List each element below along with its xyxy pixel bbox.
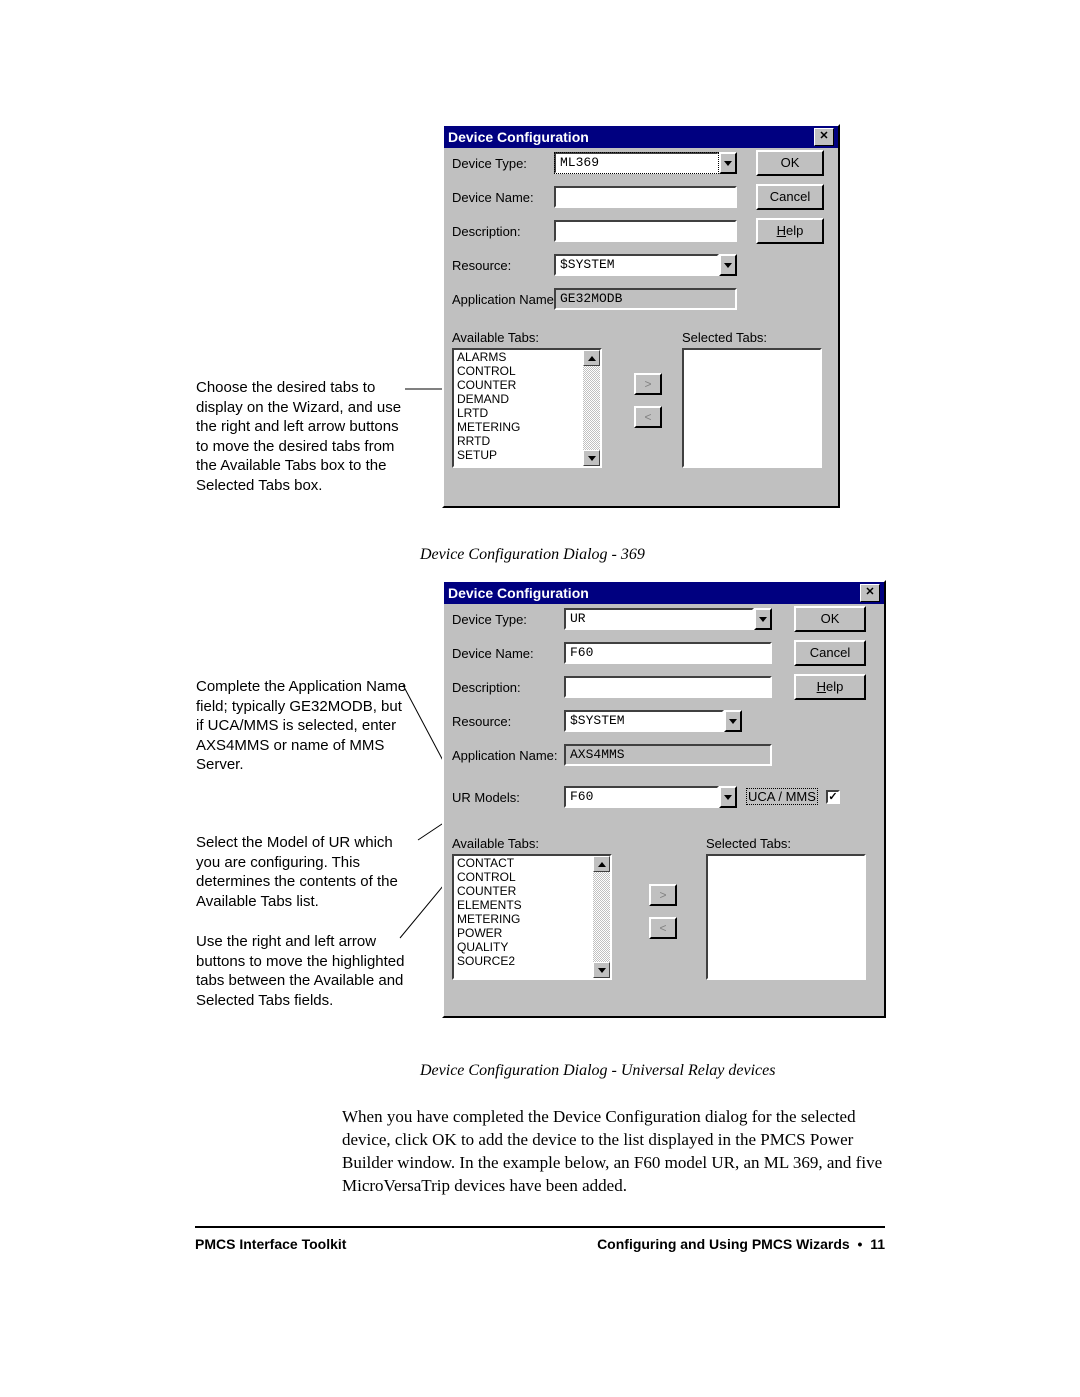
available-tabs-list[interactable]: ALARMS CONTROL COUNTER DEMAND LRTD METER… (452, 348, 602, 468)
label-selected-tabs: Selected Tabs: (706, 836, 791, 851)
annotation-arrow-buttons: Use the right and left arrow buttons to … (196, 932, 406, 1010)
label-device-name: Device Name: (452, 646, 534, 661)
cancel-button[interactable]: Cancel (756, 184, 824, 210)
list-item[interactable]: CONTROL (454, 364, 600, 378)
list-item[interactable]: CONTACT (454, 856, 610, 870)
list-item[interactable]: SOURCE2 (454, 954, 610, 968)
available-tabs-list[interactable]: CONTACT CONTROL COUNTER ELEMENTS METERIN… (452, 854, 612, 980)
device-config-dialog-369: Device Configuration ✕ Device Type: Devi… (442, 124, 840, 508)
help-button[interactable]: Help (756, 218, 824, 244)
footer-bullet: • (858, 1236, 863, 1252)
label-ur-models: UR Models: (452, 790, 520, 805)
label-device-name: Device Name: (452, 190, 534, 205)
list-item[interactable]: RRTD (454, 434, 600, 448)
uca-mms-checkbox[interactable]: ✓ (826, 790, 840, 804)
move-left-button[interactable]: < (634, 406, 662, 428)
label-application-name: Application Name: (452, 292, 558, 307)
application-name-input[interactable]: AXS4MMS (564, 744, 772, 766)
move-right-button[interactable]: > (649, 884, 677, 906)
scroll-down-icon[interactable] (593, 962, 610, 978)
list-item[interactable]: COUNTER (454, 884, 610, 898)
device-type-select[interactable]: UR (564, 608, 754, 630)
list-item[interactable]: METERING (454, 912, 610, 926)
move-right-button[interactable]: > (634, 373, 662, 395)
list-item[interactable]: COUNTER (454, 378, 600, 392)
description-input[interactable] (554, 220, 737, 242)
scroll-up-icon[interactable] (593, 856, 610, 872)
label-application-name: Application Name: (452, 748, 558, 763)
ur-models-dropdown-icon[interactable] (719, 786, 737, 808)
device-name-input[interactable] (554, 186, 737, 208)
application-name-input[interactable]: GE32MODB (554, 288, 737, 310)
body-paragraph: When you have completed the Device Confi… (342, 1106, 890, 1198)
list-item[interactable]: SETUP (454, 448, 600, 462)
annotation-app-name: Complete the Application Name field; typ… (196, 677, 411, 775)
resource-dropdown-icon[interactable] (719, 254, 737, 276)
close-icon[interactable]: ✕ (860, 584, 880, 602)
list-item[interactable]: CONTROL (454, 870, 610, 884)
label-description: Description: (452, 680, 521, 695)
label-available-tabs: Available Tabs: (452, 330, 539, 345)
footer-right: Configuring and Using PMCS Wizards • 11 (597, 1236, 885, 1252)
list-item[interactable]: DEMAND (454, 392, 600, 406)
list-item[interactable]: ALARMS (454, 350, 600, 364)
list-item[interactable]: ELEMENTS (454, 898, 610, 912)
label-available-tabs: Available Tabs: (452, 836, 539, 851)
label-device-type: Device Type: (452, 612, 527, 627)
footer-left: PMCS Interface Toolkit (195, 1236, 346, 1252)
move-left-button[interactable]: < (649, 917, 677, 939)
ok-button[interactable]: OK (756, 150, 824, 176)
dialog-title: Device Configuration (448, 582, 589, 604)
dialog-title: Device Configuration (448, 126, 589, 148)
help-button[interactable]: Help (794, 674, 866, 700)
resource-dropdown-icon[interactable] (724, 710, 742, 732)
ur-models-select[interactable]: F60 (564, 786, 719, 808)
scroll-down-icon[interactable] (583, 450, 600, 466)
caption-dialog-369: Device Configuration Dialog - 369 (420, 546, 645, 564)
titlebar: Device Configuration ✕ (444, 126, 838, 148)
scroll-up-icon[interactable] (583, 350, 600, 366)
titlebar: Device Configuration ✕ (444, 582, 884, 604)
label-description: Description: (452, 224, 521, 239)
resource-select[interactable]: $SYSTEM (554, 254, 719, 276)
page-footer: PMCS Interface Toolkit Configuring and U… (195, 1226, 885, 1252)
list-item[interactable]: QUALITY (454, 940, 610, 954)
device-config-dialog-ur: Device Configuration ✕ Device Type: Devi… (442, 580, 886, 1018)
device-type-select[interactable]: ML369 (554, 152, 719, 174)
list-item[interactable]: METERING (454, 420, 600, 434)
device-type-dropdown-icon[interactable] (719, 152, 737, 174)
footer-section: Configuring and Using PMCS Wizards (597, 1236, 850, 1252)
cancel-button[interactable]: Cancel (794, 640, 866, 666)
footer-page-number: 11 (870, 1236, 885, 1252)
list-item[interactable]: POWER (454, 926, 610, 940)
description-input[interactable] (564, 676, 772, 698)
device-name-input[interactable]: F60 (564, 642, 772, 664)
device-type-dropdown-icon[interactable] (754, 608, 772, 630)
list-item[interactable]: LRTD (454, 406, 600, 420)
label-uca-mms: UCA / MMS (746, 788, 818, 805)
annotation-choose-tabs: Choose the desired tabs to display on th… (196, 378, 406, 495)
label-resource: Resource: (452, 258, 511, 273)
close-icon[interactable]: ✕ (814, 128, 834, 146)
selected-tabs-list[interactable] (706, 854, 866, 980)
label-resource: Resource: (452, 714, 511, 729)
resource-select[interactable]: $SYSTEM (564, 710, 724, 732)
annotation-ur-model: Select the Model of UR which you are con… (196, 833, 419, 911)
scroll-track[interactable] (593, 872, 610, 962)
scroll-track[interactable] (583, 366, 600, 450)
label-selected-tabs: Selected Tabs: (682, 330, 767, 345)
selected-tabs-list[interactable] (682, 348, 822, 468)
ok-button[interactable]: OK (794, 606, 866, 632)
caption-dialog-ur: Device Configuration Dialog - Universal … (420, 1062, 775, 1080)
label-device-type: Device Type: (452, 156, 527, 171)
